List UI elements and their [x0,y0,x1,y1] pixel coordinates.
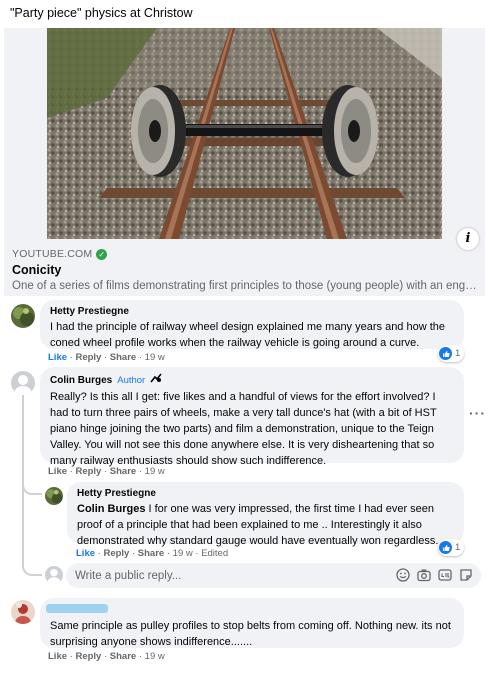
reply-actions: Like · Reply · Share · 19 w · Edited [76,548,229,559]
reaction-count[interactable]: 1 [438,539,465,556]
thread-line [22,480,42,576]
emoji-icon[interactable] [396,568,410,582]
comment-actions: Like · Reply · Share · 19 w [48,352,165,363]
like-reaction-icon [439,347,452,360]
sticker-icon[interactable] [459,568,473,582]
comment-author[interactable]: Colin Burges Author [50,373,454,387]
author-badge: Author [117,374,146,386]
link-title[interactable]: Conicity [12,263,61,277]
reply-author[interactable]: Hetty Prestiegne [77,488,454,499]
verified-check-icon: ✓ [96,248,108,260]
reaction-number: 1 [455,542,461,553]
link-domain: YOUTUBE.COM ✓ [12,248,108,260]
comment-author-name[interactable]: Colin Burges [50,375,112,386]
gif-icon[interactable] [438,568,452,582]
like-button[interactable]: Like [48,651,67,662]
redacted-author-name [46,604,108,613]
like-reaction-icon [439,541,452,554]
comment-time[interactable]: 19 w [173,548,193,559]
comment-time[interactable]: 19 w [145,466,165,477]
edited-label[interactable]: Edited [201,548,228,559]
composer-icons [396,568,473,582]
comment-text: Same principle as pulley profiles to sto… [50,620,451,648]
reply-button[interactable]: Reply [75,466,101,477]
current-user-avatar [45,566,63,584]
avatar[interactable] [11,600,35,624]
reply-author-name[interactable]: Hetty Prestiegne [77,488,156,499]
avatar[interactable] [45,487,63,505]
link-preview-card[interactable]: i YOUTUBE.COM ✓ Conicity One of a series… [4,28,485,296]
comment-actions: Like · Reply · Share · 19 w [48,466,165,477]
share-button[interactable]: Share [138,548,164,559]
more-options-icon[interactable]: ··· [469,405,486,421]
like-button[interactable]: Like [76,548,95,559]
avatar[interactable] [11,371,35,395]
mention-link[interactable]: Colin Burges [77,503,145,515]
reply-button[interactable]: Reply [103,548,129,559]
comment-bubble: Hetty Prestiegne I had the principle of … [40,300,464,349]
reply-button[interactable]: Reply [75,651,101,662]
top-fan-badge-icon [150,373,162,387]
comment-bubble: Colin Burges Author Really? Is this all … [40,367,464,467]
comment-author-name[interactable]: Hetty Prestiegne [50,306,129,317]
share-button[interactable]: Share [110,651,136,662]
link-domain-text: YOUTUBE.COM [12,248,93,260]
reply-bubble: Hetty Prestiegne Colin Burges I for one … [67,482,464,547]
share-button[interactable]: Share [110,466,136,477]
info-icon[interactable]: i [457,228,479,250]
comment-text: I had the principle of railway wheel des… [50,321,446,349]
comment-author[interactable]: Hetty Prestiegne [50,306,454,317]
post-text: "Party piece" physics at Christow [10,6,193,20]
share-button[interactable]: Share [110,352,136,363]
reply-text: Colin Burges I for one was very impresse… [77,501,454,549]
like-button[interactable]: Like [48,352,67,363]
avatar[interactable] [11,304,35,328]
video-thumbnail[interactable] [47,28,442,239]
like-button[interactable]: Like [48,466,67,477]
comment-actions: Like · Reply · Share · 19 w [48,651,165,662]
reaction-number: 1 [455,348,461,359]
comment-time[interactable]: 19 w [145,651,165,662]
comment-text: Really? Is this all I get: five likes an… [50,391,437,467]
reply-composer[interactable] [66,563,481,588]
reply-input[interactable] [75,567,395,584]
link-description: One of a series of films demonstrating f… [12,280,478,292]
reaction-count[interactable]: 1 [438,345,465,362]
reply-button[interactable]: Reply [75,352,101,363]
camera-icon[interactable] [417,568,431,582]
comment-author[interactable] [50,604,454,616]
comment-time[interactable]: 19 w [145,352,165,363]
